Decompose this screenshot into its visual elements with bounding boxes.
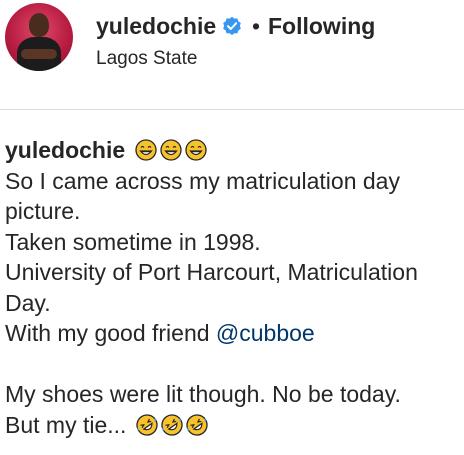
- header-username[interactable]: yuledochie: [96, 13, 216, 40]
- verified-badge-icon: [223, 16, 241, 35]
- caption-line: University of Port Harcourt, Matriculati…: [5, 259, 418, 285]
- rolling-laughing-emoji-icon: [186, 414, 208, 436]
- caption-closing-line: But my tie...: [5, 410, 460, 441]
- post-header: yuledochie • Following Lagos State: [0, 0, 464, 110]
- grinning-face-emoji-icon: [185, 139, 207, 161]
- caption-line: My shoes were lit though. No be today.: [5, 381, 401, 407]
- grinning-face-emoji-icon: [160, 139, 182, 161]
- following-button[interactable]: Following: [268, 13, 375, 40]
- grinning-face-emoji-icon: [135, 139, 157, 161]
- avatar-figure-head: [29, 13, 49, 37]
- rolling-laughing-emoji-icon: [136, 414, 158, 436]
- mention-link[interactable]: @cubboe: [216, 320, 315, 346]
- avatar[interactable]: [5, 3, 73, 71]
- header-divider: [0, 109, 464, 110]
- caption-text: With my good friend: [5, 320, 210, 346]
- caption-mention-line: With my good friend @cubboe: [5, 318, 460, 349]
- post-caption: yuledochie So I came across my matricula…: [5, 135, 460, 440]
- caption-text: But my tie...: [5, 411, 127, 438]
- separator-dot: •: [252, 13, 261, 39]
- rolling-laughing-emoji-icon: [161, 414, 183, 436]
- caption-line: Day.: [5, 289, 51, 316]
- caption-username[interactable]: yuledochie: [5, 137, 125, 163]
- caption-line: Taken sometime in 1998.: [5, 228, 261, 255]
- avatar-figure-arms: [21, 49, 57, 59]
- caption-line: picture.: [5, 198, 81, 224]
- caption-line: So I came across my matriculation day: [5, 167, 400, 194]
- location-link[interactable]: Lagos State: [96, 48, 197, 70]
- caption-title-line: yuledochie: [5, 135, 460, 166]
